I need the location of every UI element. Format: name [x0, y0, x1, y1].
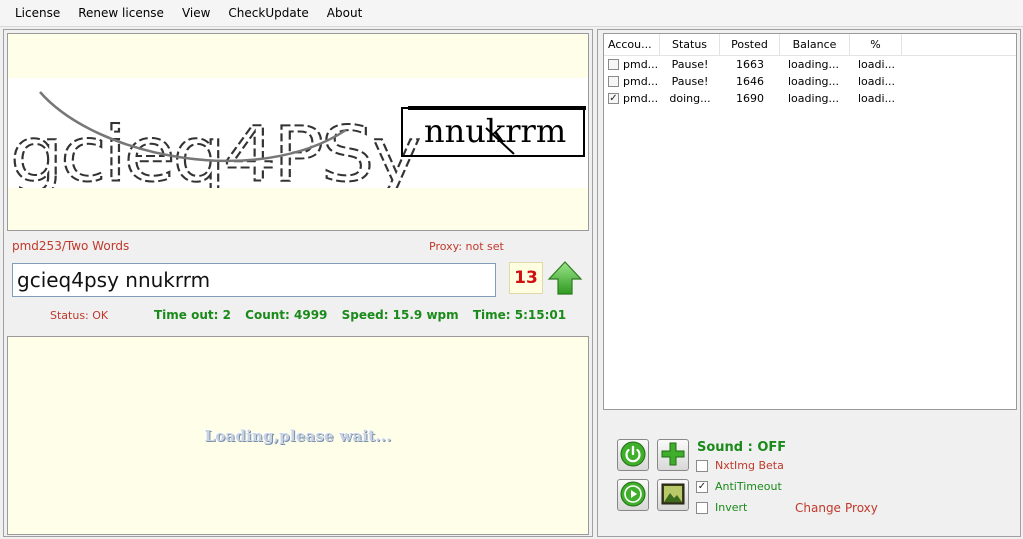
col-account[interactable]: Accou...	[604, 34, 660, 55]
menu-about[interactable]: About	[318, 0, 371, 27]
loading-text: Loading,please wait...	[204, 426, 392, 445]
invert-option[interactable]: Invert	[696, 501, 747, 514]
col-balance[interactable]: Balance	[780, 34, 850, 55]
row-posted: 1646	[736, 75, 764, 88]
countdown-counter: 13	[509, 262, 543, 294]
power-button[interactable]	[617, 439, 649, 471]
captcha-panel: gcieq4PSy nnukrrm pmd253/Two Words Proxy…	[3, 29, 593, 537]
antitimeout-checkbox[interactable]: ✓	[696, 480, 708, 493]
nxtimg-option[interactable]: NxtImg Beta	[696, 459, 784, 472]
captcha-answer-input[interactable]	[12, 263, 496, 297]
status-text: Status: OK	[50, 309, 109, 322]
row-account: pmd...	[623, 92, 659, 105]
timeout-stat: Time out: 2	[154, 308, 231, 322]
menu-view[interactable]: View	[173, 0, 219, 27]
col-posted[interactable]: Posted	[720, 34, 780, 55]
col-percent[interactable]: %	[850, 34, 902, 55]
row-percent: loadi...	[858, 75, 896, 88]
captcha-word-2: nnukrrm	[424, 112, 566, 150]
captcha-image: gcieq4PSy nnukrrm	[8, 78, 588, 200]
row-percent: loadi...	[858, 58, 896, 71]
invert-label: Invert	[715, 501, 748, 514]
power-icon	[620, 441, 646, 470]
proxy-label: Proxy: not set	[429, 240, 504, 253]
row-status: Pause!	[671, 75, 709, 88]
nxtimg-checkbox[interactable]	[696, 459, 708, 472]
antitimeout-option[interactable]: ✓ AntiTimeout	[696, 480, 782, 493]
image-icon	[660, 481, 686, 510]
row-checkbox[interactable]	[608, 76, 619, 87]
table-row[interactable]: ✓ pmd... doing... 1690 loading... loadi..…	[604, 90, 1016, 107]
image-button[interactable]	[657, 479, 689, 511]
captcha-image-area: gcieq4PSy nnukrrm	[7, 33, 589, 231]
row-balance: loading...	[788, 92, 840, 105]
change-link[interactable]: Change	[795, 501, 841, 515]
invert-checkbox[interactable]	[696, 501, 708, 514]
row-posted: 1690	[736, 92, 764, 105]
accounts-table: Accou... Status Posted Balance % pmd... …	[603, 33, 1017, 410]
captcha-word-1: gcieq4PSy	[10, 111, 419, 188]
proxy-link[interactable]: Proxy	[845, 501, 878, 515]
speed-stat: Speed: 15.9 wpm	[341, 308, 459, 322]
col-status[interactable]: Status	[660, 34, 720, 55]
row-checkbox[interactable]: ✓	[608, 93, 619, 104]
menu-renew-license[interactable]: Renew license	[69, 0, 173, 27]
table-row[interactable]: pmd... Pause! 1663 loading... loadi...	[604, 56, 1016, 73]
table-row[interactable]: pmd... Pause! 1646 loading... loadi...	[604, 73, 1016, 90]
row-balance: loading...	[788, 75, 840, 88]
row-account: pmd...	[623, 58, 659, 71]
time-stat: Time: 5:15:01	[472, 308, 567, 322]
table-header: Accou... Status Posted Balance %	[604, 34, 1016, 56]
row-balance: loading...	[788, 58, 840, 71]
menu-license[interactable]: License	[6, 0, 69, 27]
row-checkbox[interactable]	[608, 59, 619, 70]
play-icon	[620, 481, 646, 510]
add-account-button[interactable]	[657, 439, 689, 471]
nxtimg-label: NxtImg Beta	[715, 459, 784, 472]
account-label: pmd253/Two Words	[12, 239, 130, 253]
sound-toggle[interactable]: Sound : OFF	[697, 440, 786, 455]
row-posted: 1663	[736, 58, 764, 71]
play-button[interactable]	[617, 479, 649, 511]
menu-check-update[interactable]: CheckUpdate	[219, 0, 317, 27]
row-status: doing...	[669, 92, 711, 105]
count-stat: Count: 4999	[245, 308, 328, 322]
row-status: Pause!	[671, 58, 709, 71]
stats-line: Time out: 2 Count: 4999 Speed: 15.9 wpm …	[154, 308, 576, 322]
row-account: pmd...	[623, 75, 659, 88]
submit-up-arrow-icon[interactable]	[547, 260, 583, 296]
next-captcha-area: Loading,please wait...	[7, 336, 589, 535]
menu-bar: License Renew license View CheckUpdate A…	[0, 0, 1023, 27]
table-body: pmd... Pause! 1663 loading... loadi... p…	[604, 56, 1016, 107]
antitimeout-label: AntiTimeout	[715, 480, 782, 493]
plus-icon	[660, 441, 686, 470]
row-percent: loadi...	[858, 92, 896, 105]
